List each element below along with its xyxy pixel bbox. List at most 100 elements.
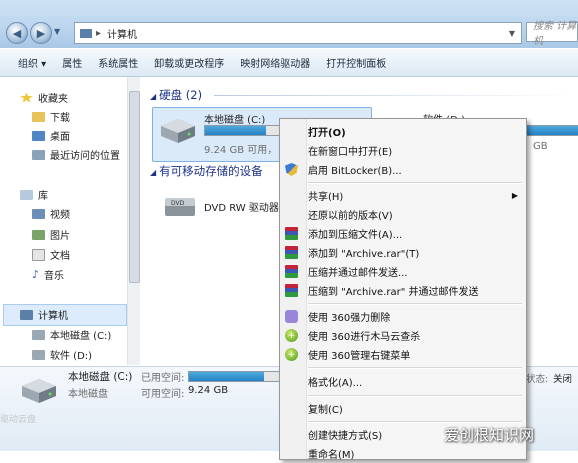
history-dropdown-icon[interactable]: ▼ <box>54 27 60 36</box>
menu-rename[interactable]: 重命名(M) <box>280 444 526 463</box>
details-status-value: 关闭 <box>553 374 573 385</box>
nav-desktop[interactable]: 桌面 <box>32 128 70 143</box>
menu-restore-label: 还原以前的版本(V) <box>308 211 393 222</box>
removable-header-label: 有可移动存储的设备 <box>159 164 263 178</box>
nav-music[interactable]: ♪ 音乐 <box>32 267 64 282</box>
documents-icon <box>32 248 45 261</box>
context-menu: 打开(O) 在新窗口中打开(E) 启用 BitLocker(B)... 共享(H… <box>279 118 527 463</box>
collapse-arrow-icon[interactable]: ◢ <box>150 168 156 177</box>
menu-manage-menu[interactable]: + 使用 360管理右键菜单 <box>280 345 526 364</box>
drive-c-usage-bar <box>204 125 280 136</box>
drive-c-usage-fill <box>205 126 267 135</box>
dvd-drive-name[interactable]: DVD RW 驱动器 <box>204 199 279 214</box>
menu-force-delete[interactable]: 使用 360强力删除 <box>280 307 526 326</box>
organize-button[interactable]: 组织 ▾ <box>10 49 54 76</box>
details-usage-bar <box>188 371 280 382</box>
drive-icon <box>32 329 45 340</box>
menu-copy[interactable]: 复制(C) <box>280 399 526 418</box>
forward-button[interactable]: ▶ <box>30 22 52 44</box>
nav-documents-label: 文档 <box>50 251 70 262</box>
open-control-panel-button[interactable]: 打开控制面板 <box>318 49 394 76</box>
desktop-icon <box>32 130 45 141</box>
nav-soft-d[interactable]: 软件 (D:) <box>32 347 92 362</box>
details-drive-name: 本地磁盘 (C:) <box>68 371 133 383</box>
nav-scrollbar[interactable] <box>127 77 140 365</box>
details-used-label: 已用空间: <box>141 373 185 384</box>
nav-libraries-label: 库 <box>38 191 48 202</box>
security-360-icon: + <box>285 329 298 342</box>
toolbar: 组织 ▾ 属性 系统属性 卸载或更改程序 映射网络驱动器 打开控制面板 <box>0 49 578 77</box>
menu-format[interactable]: 格式化(A)... <box>280 372 526 391</box>
menu-compress-email[interactable]: 压缩并通过邮件发送... <box>280 262 526 281</box>
bottom-left-text: 驱动云盘 <box>0 415 37 425</box>
nav-favorites[interactable]: 收藏夹 <box>20 90 68 105</box>
videos-icon <box>32 208 45 219</box>
watermark-text: 爱创根知识网 <box>444 426 535 444</box>
breadcrumb-arrow-icon[interactable]: ▸ <box>96 28 101 39</box>
menu-add-archive[interactable]: 添加到压缩文件(A)... <box>280 224 526 243</box>
star-icon <box>20 92 33 103</box>
properties-button[interactable]: 属性 <box>54 49 90 76</box>
drive-d-usage-fill <box>524 126 578 135</box>
computer-icon <box>80 28 92 38</box>
nav-documents[interactable]: 文档 <box>32 247 70 262</box>
hard-drive-icon <box>18 372 60 408</box>
nav-local-disk-c[interactable]: 本地磁盘 (C:) <box>32 327 111 342</box>
nav-videos-label: 视频 <box>50 210 70 221</box>
nav-downloads[interactable]: 下载 <box>32 109 70 124</box>
breadcrumb-computer[interactable]: 计算机 <box>107 26 137 41</box>
menu-open[interactable]: 打开(O) <box>280 122 526 141</box>
menu-bitlocker[interactable]: 启用 BitLocker(B)... <box>280 160 526 179</box>
pictures-icon <box>32 229 45 240</box>
menu-share-label: 共享(H) <box>308 192 344 203</box>
drive-icon <box>32 349 45 360</box>
hard-disks-header[interactable]: ◢ 硬盘 (2) <box>150 87 202 103</box>
nav-favorites-label: 收藏夹 <box>38 94 68 105</box>
menu-rename-label: 重命名(M) <box>308 450 355 461</box>
menu-add-rar[interactable]: 添加到 "Archive.rar"(T) <box>280 243 526 262</box>
menu-compress-rar-email[interactable]: 压缩到 "Archive.rar" 并通过邮件发送 <box>280 281 526 300</box>
details-free-value: 9.24 GB <box>188 385 229 396</box>
shredder-icon <box>285 310 298 323</box>
menu-trojan-scan-label: 使用 360进行木马云查杀 <box>308 332 421 343</box>
uninstall-button[interactable]: 卸载或更改程序 <box>146 49 232 76</box>
nav-scrollbar-thumb[interactable] <box>129 91 140 283</box>
drive-d-free-text: GB <box>533 141 548 152</box>
nav-libraries[interactable]: 库 <box>20 187 48 202</box>
menu-trojan-scan[interactable]: + 使用 360进行木马云查杀 <box>280 326 526 345</box>
menu-open-new-window[interactable]: 在新窗口中打开(E) <box>280 141 526 160</box>
nav-pictures[interactable]: 图片 <box>32 227 70 242</box>
address-dropdown-icon[interactable]: ▼ <box>509 29 515 38</box>
search-input[interactable]: 搜索 计算机 <box>526 21 578 47</box>
nav-computer[interactable]: 计算机 <box>20 307 68 322</box>
menu-force-delete-label: 使用 360强力删除 <box>308 313 391 324</box>
menu-share[interactable]: 共享(H) ▶ <box>280 186 526 205</box>
menu-add-archive-label: 添加到压缩文件(A)... <box>308 230 403 241</box>
menu-copy-label: 复制(C) <box>308 405 343 416</box>
collapse-arrow-icon[interactable]: ◢ <box>150 92 156 101</box>
dvd-drive-icon: DVD <box>163 192 197 222</box>
menu-open-new-window-label: 在新窗口中打开(E) <box>308 147 393 158</box>
menu-add-rar-label: 添加到 "Archive.rar"(T) <box>308 249 420 260</box>
nav-music-label: 音乐 <box>44 271 65 282</box>
address-bar[interactable]: ▸ 计算机 ▼ <box>74 22 522 44</box>
winrar-icon <box>285 265 298 278</box>
menu-separator <box>308 182 522 184</box>
shield-icon <box>285 163 298 176</box>
nav-recent[interactable]: 最近访问的位置 <box>32 147 120 162</box>
back-button[interactable]: ◀ <box>6 22 28 44</box>
map-network-drive-button[interactable]: 映射网络驱动器 <box>232 49 318 76</box>
menu-separator <box>308 421 522 423</box>
removable-header[interactable]: ◢ 有可移动存储的设备 <box>150 163 263 179</box>
menu-restore[interactable]: 还原以前的版本(V) <box>280 205 526 224</box>
drive-c-name: 本地磁盘 (C:) <box>204 115 266 126</box>
nav-videos[interactable]: 视频 <box>32 206 70 221</box>
menu-bitlocker-label: 启用 BitLocker(B)... <box>308 166 402 177</box>
system-properties-button[interactable]: 系统属性 <box>90 49 146 76</box>
winrar-icon <box>285 227 298 240</box>
svg-text:DVD: DVD <box>171 200 185 207</box>
menu-manage-menu-label: 使用 360管理右键菜单 <box>308 351 411 362</box>
submenu-arrow-icon: ▶ <box>511 191 518 200</box>
menu-compress-rar-email-label: 压缩到 "Archive.rar" 并通过邮件发送 <box>308 287 479 298</box>
nav-local-disk-c-label: 本地磁盘 (C:) <box>50 331 112 342</box>
